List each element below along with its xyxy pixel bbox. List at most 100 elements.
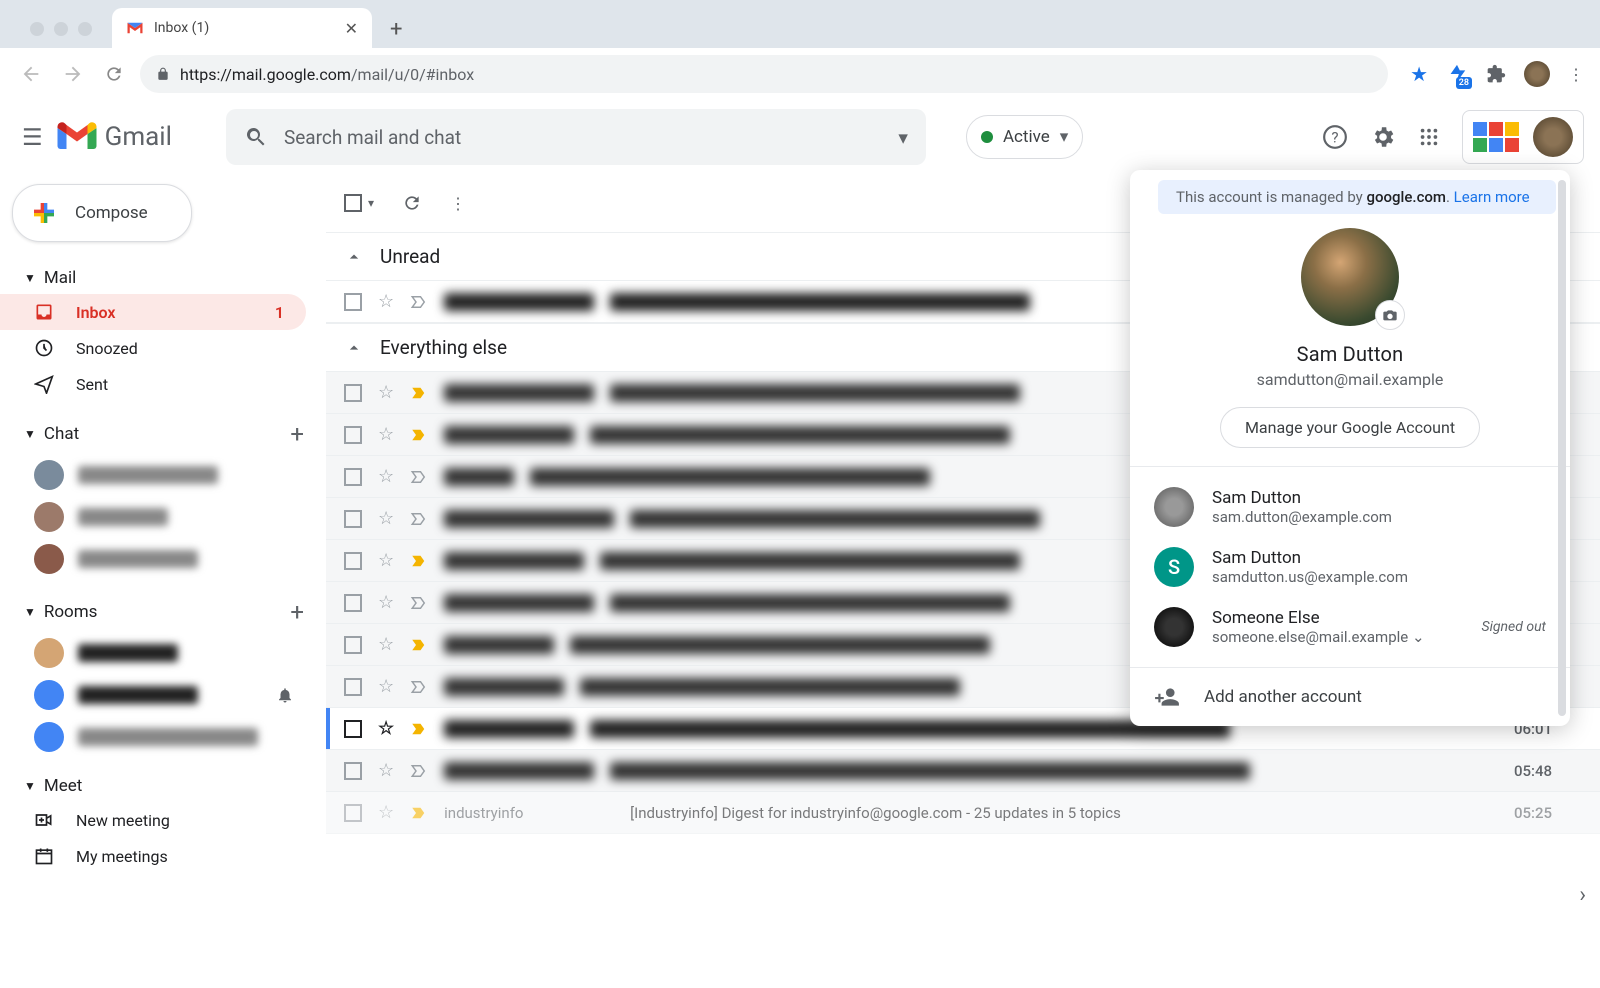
sidebar-item-my-meetings[interactable]: My meetings: [0, 838, 306, 874]
addons-box[interactable]: [1462, 110, 1584, 164]
star-icon[interactable]: ☆: [378, 291, 394, 312]
account-avatar-icon: S: [1154, 547, 1194, 587]
add-account-button[interactable]: Add another account: [1130, 667, 1570, 726]
importance-marker-icon[interactable]: [410, 804, 428, 822]
tab-bar: Inbox (1) ✕ +: [0, 0, 1600, 48]
account-row[interactable]: Sam Duttonsam.dutton@example.com: [1130, 477, 1570, 537]
refresh-button[interactable]: [402, 193, 422, 213]
room-item[interactable]: [0, 632, 316, 674]
profile-email: samdutton@mail.example: [1150, 370, 1550, 389]
search-icon: [244, 125, 268, 149]
person-add-icon: [1154, 684, 1180, 710]
sidebar-item-sent[interactable]: Sent: [0, 366, 306, 402]
learn-more-link[interactable]: Learn more: [1454, 188, 1530, 206]
row-checkbox[interactable]: [344, 720, 362, 738]
search-options-icon[interactable]: ▾: [898, 126, 908, 149]
mail-row[interactable]: ☆ 05:48: [326, 750, 1600, 792]
sidebar-item-inbox[interactable]: Inbox 1: [0, 294, 306, 330]
subject-blurred: [610, 293, 1030, 311]
address-bar: https://mail.google.com/mail/u/0/#inbox …: [0, 48, 1600, 100]
gmail-logo[interactable]: Gmail: [57, 122, 172, 152]
sidebar-item-new-meeting[interactable]: New meeting: [0, 802, 306, 838]
extension-badge-icon[interactable]: 28: [1446, 63, 1468, 85]
main-menu-button[interactable]: ☰: [16, 114, 57, 161]
importance-marker-icon[interactable]: [410, 720, 428, 738]
traffic-light-zoom[interactable]: [78, 22, 92, 36]
apps-grid-icon[interactable]: [1418, 126, 1440, 148]
rooms-section-header[interactable]: ▼ Rooms +: [0, 592, 316, 632]
caret-down-icon: ▼: [24, 779, 36, 793]
status-label: Active: [1003, 127, 1050, 147]
importance-marker-icon[interactable]: [410, 636, 428, 654]
importance-marker-icon[interactable]: [410, 510, 428, 528]
importance-marker-icon[interactable]: [410, 762, 428, 780]
chrome-menu-icon[interactable]: ⋮: [1568, 65, 1584, 84]
new-tab-button[interactable]: +: [372, 17, 420, 48]
mail-row[interactable]: ☆ industryinfo [Industryinfo] Digest for…: [326, 792, 1600, 834]
traffic-light-close[interactable]: [30, 22, 44, 36]
browser-chrome: Inbox (1) ✕ + https://mail.google.com/ma…: [0, 0, 1600, 100]
addons-blocks-icon: [1473, 122, 1521, 152]
account-row[interactable]: Someone Elsesomeone.else@mail.example ⌄ …: [1130, 597, 1570, 657]
chat-contact[interactable]: [0, 496, 316, 538]
change-photo-button[interactable]: [1375, 300, 1405, 330]
browser-tab-active[interactable]: Inbox (1) ✕: [112, 8, 372, 48]
star-icon[interactable]: ☆: [378, 718, 394, 739]
add-chat-button[interactable]: +: [290, 420, 304, 448]
chat-section-header[interactable]: ▼ Chat +: [0, 414, 316, 454]
gmail-header: ☰ Gmail Search mail and chat ▾ Active ▾ …: [0, 100, 1600, 174]
video-plus-icon: [34, 810, 56, 830]
account-popup: This account is managed by google.com. L…: [1130, 170, 1570, 726]
reload-button[interactable]: [100, 60, 128, 88]
chevron-down-icon: [344, 247, 364, 267]
gmail-logo-text: Gmail: [105, 122, 172, 152]
close-tab-icon[interactable]: ✕: [345, 19, 358, 38]
profile-hero: Sam Dutton samdutton@mail.example Manage…: [1130, 224, 1570, 466]
importance-marker-icon[interactable]: [410, 594, 428, 612]
scrollbar[interactable]: [1558, 180, 1566, 716]
settings-gear-icon[interactable]: [1370, 124, 1396, 150]
status-chip[interactable]: Active ▾: [966, 115, 1083, 159]
sent-icon: [34, 374, 56, 394]
importance-marker-icon[interactable]: [410, 384, 428, 402]
more-button[interactable]: ⋮: [450, 194, 466, 213]
search-box[interactable]: Search mail and chat ▾: [226, 109, 926, 165]
add-room-button[interactable]: +: [290, 598, 304, 626]
bookmark-star-icon[interactable]: ★: [1410, 62, 1428, 86]
select-all-checkbox[interactable]: ▾: [344, 194, 374, 212]
room-item[interactable]: [0, 674, 316, 716]
account-avatar-icon: [1154, 487, 1194, 527]
extension-icons: ★ 28 ⋮: [1400, 61, 1584, 87]
back-button[interactable]: [16, 59, 46, 89]
forward-button[interactable]: [58, 59, 88, 89]
chevron-down-icon: ▾: [1060, 127, 1069, 147]
sidebar-item-snoozed[interactable]: Snoozed: [0, 330, 306, 366]
sidebar: Compose ▼ Mail Inbox 1 Snoozed Sent ▼ Ch…: [0, 174, 326, 988]
importance-marker-icon[interactable]: [410, 293, 428, 311]
caret-down-icon: ▼: [24, 605, 36, 619]
header-icons: ?: [1322, 110, 1584, 164]
mail-section-header[interactable]: ▼ Mail: [0, 262, 316, 294]
subject-text: [Industryinfo] Digest for industryinfo@g…: [630, 804, 1498, 822]
row-checkbox[interactable]: [344, 293, 362, 311]
room-item[interactable]: [0, 716, 316, 758]
chat-contact[interactable]: [0, 538, 316, 580]
meet-section-header[interactable]: ▼ Meet: [0, 770, 316, 802]
chrome-profile-icon[interactable]: [1524, 61, 1550, 87]
compose-button[interactable]: Compose: [12, 184, 192, 242]
account-avatar[interactable]: [1533, 117, 1573, 157]
chat-contact[interactable]: [0, 454, 316, 496]
importance-marker-icon[interactable]: [410, 552, 428, 570]
support-icon[interactable]: ?: [1322, 124, 1348, 150]
account-row[interactable]: S Sam Duttonsamdutton.us@example.com: [1130, 537, 1570, 597]
importance-marker-icon[interactable]: [410, 426, 428, 444]
url-input[interactable]: https://mail.google.com/mail/u/0/#inbox: [140, 55, 1388, 93]
calendar-icon: [34, 846, 56, 866]
importance-marker-icon[interactable]: [410, 468, 428, 486]
importance-marker-icon[interactable]: [410, 678, 428, 696]
side-panel-toggle[interactable]: ›: [1579, 883, 1586, 908]
extensions-icon[interactable]: [1486, 64, 1506, 84]
window-controls: [20, 22, 112, 48]
traffic-light-minimize[interactable]: [54, 22, 68, 36]
manage-account-button[interactable]: Manage your Google Account: [1220, 407, 1480, 448]
